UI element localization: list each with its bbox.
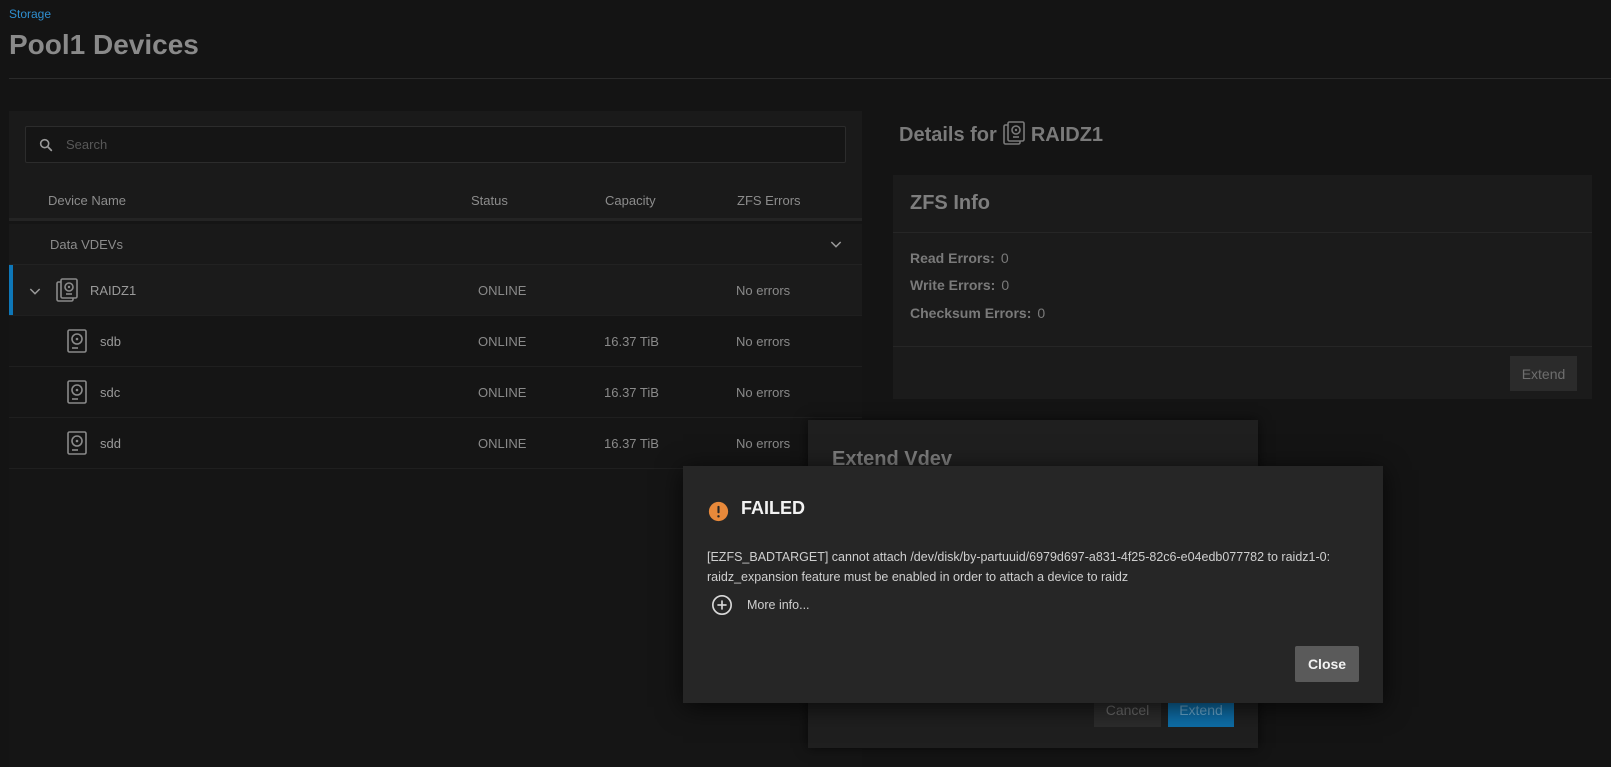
table-row-vdev[interactable]: RAIDZ1 ONLINE No errors: [9, 265, 862, 316]
device-capacity: 16.37 TiB: [604, 436, 659, 451]
error-dialog: FAILED [EZFS_BADTARGET] cannot attach /d…: [683, 466, 1383, 703]
search-box[interactable]: [25, 126, 846, 163]
device-status: ONLINE: [478, 436, 527, 451]
device-capacity: 16.37 TiB: [604, 334, 659, 349]
device-errors: No errors: [736, 283, 791, 298]
hard-disk-icon: [67, 431, 87, 455]
details-device-name: RAIDZ1: [1030, 124, 1104, 146]
column-status[interactable]: Status: [471, 193, 508, 208]
column-device-name[interactable]: Device Name: [48, 193, 126, 208]
app-root: Storage Pool1 Devices Device Name Status…: [0, 0, 1611, 767]
device-name: sdd: [100, 436, 121, 451]
card-divider: [893, 232, 1592, 233]
page-title: Pool1 Devices: [9, 29, 199, 60]
table-header: Device Name Status Capacity ZFS Errors: [9, 179, 862, 221]
search-input[interactable]: [66, 127, 836, 162]
write-errors-line: Write Errors: 0: [910, 277, 1009, 293]
table-row-disk[interactable]: sdb ONLINE 16.37 TiB No errors: [9, 316, 862, 367]
hard-disk-icon: [67, 380, 87, 404]
read-errors-value: 0: [1000, 250, 1009, 266]
write-errors-value: 0: [1001, 277, 1010, 293]
hard-disk-icon: [67, 329, 87, 353]
checksum-errors-line: Checksum Errors: 0: [910, 305, 1045, 321]
table-row-disk[interactable]: sdc ONLINE 16.37 TiB No errors: [9, 367, 862, 418]
checksum-errors-value: 0: [1037, 305, 1046, 321]
column-zfs-errors[interactable]: ZFS Errors: [737, 193, 801, 208]
device-name: sdc: [100, 385, 121, 400]
read-errors-line: Read Errors: 0: [910, 250, 1009, 266]
error-title: FAILED: [741, 498, 806, 518]
checksum-errors-label: Checksum Errors:: [910, 305, 1032, 321]
group-row-data-vdevs[interactable]: Data VDEVs: [9, 224, 862, 265]
close-button[interactable]: Close: [1295, 646, 1359, 682]
details-prefix: Details for: [899, 124, 997, 146]
warning-icon: [708, 501, 729, 522]
error-message: [EZFS_BADTARGET] cannot attach /dev/disk…: [707, 550, 1331, 584]
group-label: Data VDEVs: [50, 237, 123, 252]
chevron-down-icon[interactable]: [828, 236, 844, 252]
read-errors-label: Read Errors:: [910, 250, 995, 266]
table-row-disk[interactable]: sdd ONLINE 16.37 TiB No errors: [9, 418, 862, 469]
device-status: ONLINE: [478, 385, 527, 400]
zfs-info-card: ZFS Info Read Errors: 0 Write Errors: 0 Ch…: [893, 175, 1592, 399]
zfs-info-title: ZFS Info: [910, 192, 990, 214]
vdev-disks-icon: [56, 278, 78, 302]
more-info-label[interactable]: More info...: [747, 598, 810, 612]
search-icon: [39, 138, 53, 152]
device-errors: No errors: [736, 334, 791, 349]
device-errors: No errors: [736, 385, 791, 400]
breadcrumb-storage[interactable]: Storage: [9, 7, 51, 21]
search-bar: [9, 111, 862, 179]
plus-circle-icon[interactable]: [711, 594, 733, 616]
device-status: ONLINE: [478, 283, 527, 298]
column-capacity[interactable]: Capacity: [605, 193, 656, 208]
device-capacity: 16.37 TiB: [604, 385, 659, 400]
card-divider: [893, 346, 1592, 347]
extend-button[interactable]: Extend: [1510, 356, 1577, 391]
vdev-disks-icon: [1003, 121, 1025, 145]
device-name: sdb: [100, 334, 121, 349]
chevron-down-icon[interactable]: [27, 283, 43, 299]
write-errors-label: Write Errors:: [910, 277, 996, 293]
device-name: RAIDZ1: [90, 283, 137, 298]
device-status: ONLINE: [478, 334, 527, 349]
header-divider: [9, 78, 1611, 79]
details-title: Details for RAIDZ1: [899, 121, 1103, 147]
device-errors: No errors: [736, 436, 791, 451]
